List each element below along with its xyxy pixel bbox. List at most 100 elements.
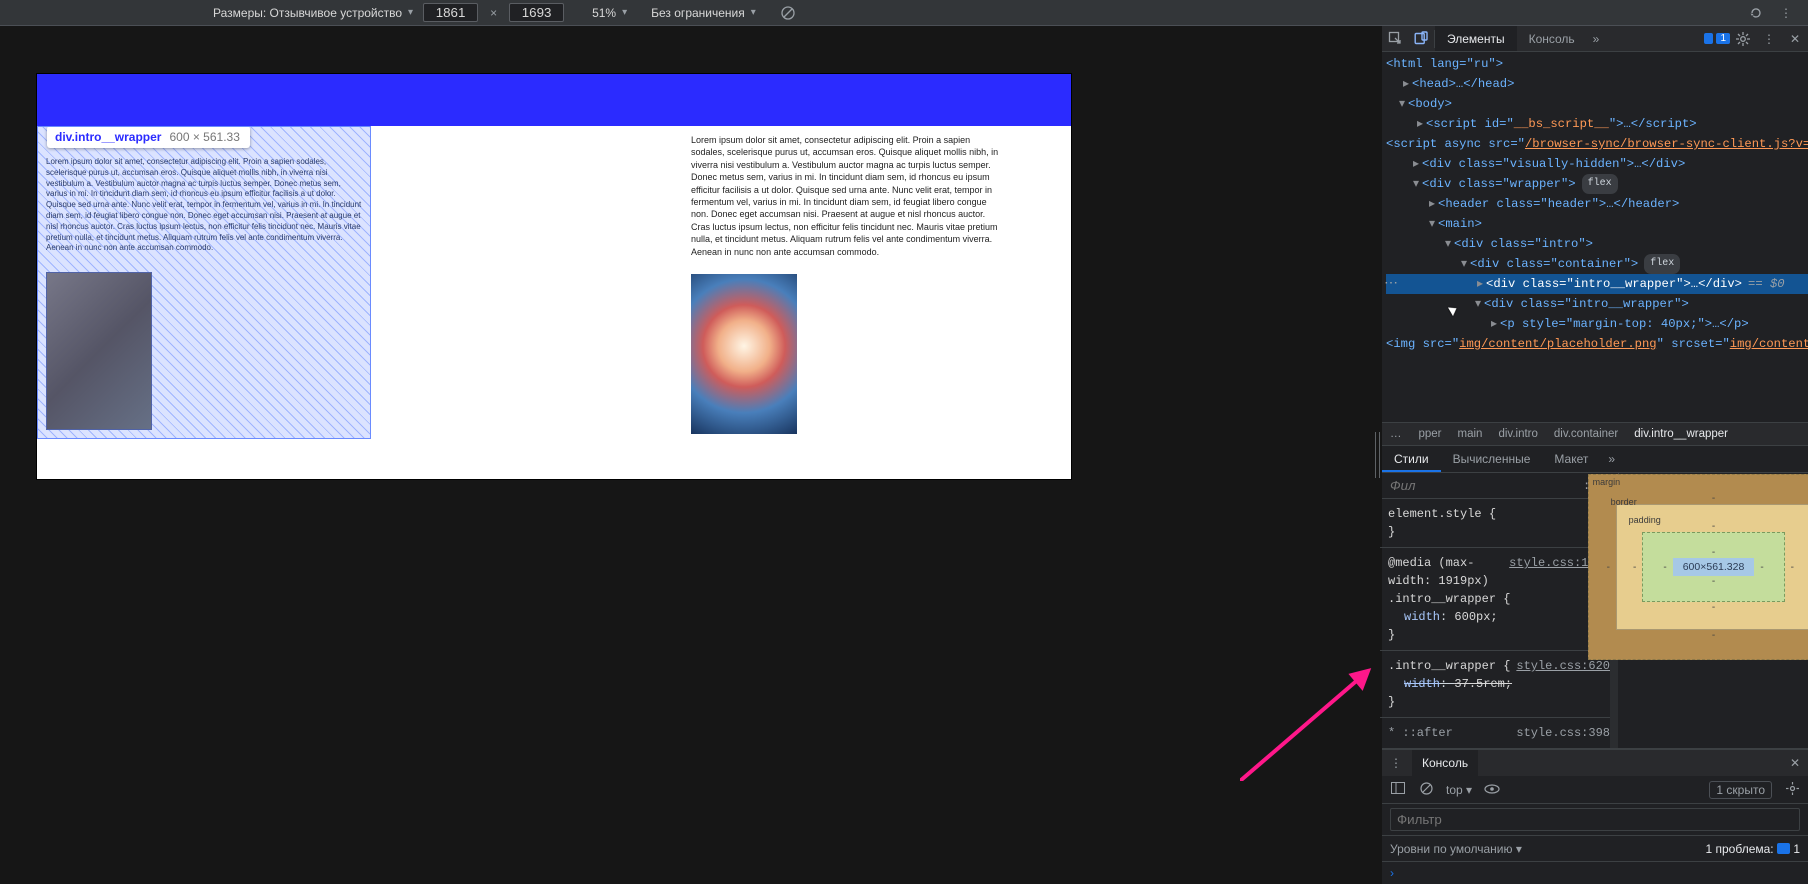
styles-toolbar: :hov .cls + xyxy=(1382,473,1618,499)
page-header-bar xyxy=(37,74,1071,126)
box-model-content-size: 600×561.328 xyxy=(1673,558,1755,576)
dom-p-styled[interactable]: <p style="margin-top: 40px;">…</p> xyxy=(1500,314,1749,334)
crumb-item[interactable]: pper xyxy=(1419,428,1442,440)
dom-visually-hidden[interactable]: <div class="visually-hidden">…</div> xyxy=(1422,154,1685,174)
dom-intro-wrapper-2[interactable]: <div class="intro__wrapper"> xyxy=(1484,294,1689,314)
dom-tree[interactable]: <html lang="ru"> ▸<head>…</head> ▾<body>… xyxy=(1382,52,1808,422)
problems-link[interactable]: 1 проблема: 1 xyxy=(1706,842,1801,856)
twisty-icon[interactable]: ▸ xyxy=(1426,194,1438,214)
dom-wrapper[interactable]: <div class="wrapper"> xyxy=(1422,174,1576,194)
log-levels-select[interactable]: Уровни по умолчанию ▾ xyxy=(1390,842,1522,856)
intro-left-placeholder-image xyxy=(46,272,152,430)
twisty-icon[interactable]: ▾ xyxy=(1458,254,1470,274)
no-network-icon[interactable] xyxy=(780,5,796,21)
clear-console-icon[interactable] xyxy=(1418,782,1434,798)
styles-tabs-overflow-icon[interactable]: » xyxy=(1600,452,1623,466)
device-mode-icon[interactable] xyxy=(1408,26,1434,51)
dom-script-bs[interactable]: <script id="__bs_script__">…</script> xyxy=(1426,114,1697,134)
throttle-select[interactable]: Без ограничения xyxy=(651,6,756,20)
crumb-ellipsis[interactable]: … xyxy=(1390,428,1403,440)
rule-source-link[interactable]: style.css:398 xyxy=(1516,724,1610,742)
box-model-diagram: margin - - border - - padding - xyxy=(1618,473,1808,653)
dom-eq-selector: == $0 xyxy=(1748,274,1785,294)
annotation-arrow xyxy=(1240,661,1372,784)
pane-splitter[interactable] xyxy=(1372,26,1382,884)
dom-intro[interactable]: <div class="intro"> xyxy=(1454,234,1593,254)
twisty-icon[interactable]: ▾ xyxy=(1472,294,1484,314)
tooltip-selector: div.intro__wrapper xyxy=(55,130,161,144)
rotate-icon[interactable] xyxy=(1748,5,1764,21)
tab-console[interactable]: Консоль xyxy=(1517,26,1587,51)
chat-icon xyxy=(1777,843,1790,854)
viewport-pane: div.intro__wrapper 600 × 561.33 Lorem ip… xyxy=(0,26,1372,884)
rule-selector[interactable]: .intro__wrapper { xyxy=(1388,590,1610,608)
rule-selector[interactable]: * ::after xyxy=(1388,726,1453,740)
rule-selector[interactable]: .intro__wrapper { xyxy=(1388,659,1510,673)
twisty-icon[interactable]: ▸ xyxy=(1400,74,1412,94)
page-canvas: div.intro__wrapper 600 × 561.33 Lorem ip… xyxy=(37,74,1071,479)
box-model-margin-label: margin xyxy=(1593,477,1621,487)
settings-gear-icon[interactable] xyxy=(1730,26,1756,51)
device-select[interactable]: Размеры: Отзывчивое устройство xyxy=(213,6,413,20)
tab-computed[interactable]: Вычисленные xyxy=(1441,446,1543,472)
tab-layout[interactable]: Макет xyxy=(1542,446,1600,472)
dom-html[interactable]: <html lang="ru"> xyxy=(1386,54,1503,74)
twisty-icon[interactable]: ▸ xyxy=(1410,154,1422,174)
zoom-select[interactable]: 51% xyxy=(592,6,627,20)
viewport-height-input[interactable] xyxy=(509,3,564,22)
header-kebab-icon[interactable]: ⋮ xyxy=(1756,26,1782,51)
live-expression-icon[interactable] xyxy=(1484,783,1500,797)
twisty-icon[interactable]: ▸ xyxy=(1474,274,1486,294)
flex-badge[interactable]: flex xyxy=(1582,174,1618,194)
console-filter-input[interactable] xyxy=(1390,808,1800,831)
device-toolbar: Размеры: Отзывчивое устройство × 51% Без… xyxy=(0,0,1808,26)
console-prompt[interactable]: › xyxy=(1382,862,1808,884)
crumb-item[interactable]: main xyxy=(1458,428,1483,440)
dom-selected-row[interactable]: ⋯ ▸ <div class="intro__wrapper">…</div> … xyxy=(1386,274,1808,294)
css-rules-pane[interactable]: :hov .cls + element.style { } style.css:… xyxy=(1382,473,1618,748)
tabs-overflow-icon[interactable]: » xyxy=(1587,26,1606,51)
crumb-item[interactable]: div.intro xyxy=(1498,428,1537,440)
dom-breadcrumbs[interactable]: … pper main div.intro div.container div.… xyxy=(1382,422,1808,446)
crumb-item-active[interactable]: div.intro__wrapper xyxy=(1634,428,1728,440)
dom-script-async[interactable]: <script async src="/browser-sync/browser… xyxy=(1386,134,1808,154)
css-declaration-overridden[interactable]: width: 37.5rem; xyxy=(1388,675,1610,693)
console-settings-icon[interactable] xyxy=(1784,782,1800,798)
tab-elements[interactable]: Элементы xyxy=(1435,26,1517,51)
css-declaration[interactable]: width: 600px; xyxy=(1388,608,1610,626)
context-select[interactable]: top ▾ xyxy=(1446,783,1472,797)
element-tooltip: div.intro__wrapper 600 × 561.33 xyxy=(47,126,250,148)
intro-wrapper-highlight: div.intro__wrapper 600 × 561.33 Lorem ip… xyxy=(37,126,371,439)
drawer-close-icon[interactable]: ✕ xyxy=(1790,756,1800,770)
dom-main[interactable]: <main> xyxy=(1438,214,1482,234)
dom-head[interactable]: <head>…</head> xyxy=(1412,74,1514,94)
viewport-width-input[interactable] xyxy=(423,3,478,22)
close-devtools-icon[interactable]: ✕ xyxy=(1782,26,1808,51)
kebab-icon[interactable]: ⋮ xyxy=(1778,5,1794,21)
tab-styles[interactable]: Стили xyxy=(1382,446,1441,472)
dom-container[interactable]: <div class="container"> xyxy=(1470,254,1638,274)
dom-img[interactable]: <img src="img/content/placeholder.png" s… xyxy=(1386,334,1808,354)
box-model-border-label: border xyxy=(1611,497,1637,507)
issues-icon[interactable]: 1 xyxy=(1704,26,1730,51)
twisty-icon[interactable]: ▾ xyxy=(1410,174,1422,194)
rule-element-style[interactable]: element.style { xyxy=(1388,505,1610,523)
inspect-icon[interactable] xyxy=(1382,26,1408,51)
twisty-icon[interactable]: ▸ xyxy=(1414,114,1426,134)
flex-badge[interactable]: flex xyxy=(1644,254,1680,274)
twisty-icon[interactable]: ▸ xyxy=(1488,314,1500,334)
box-model-padding-label: padding xyxy=(1629,515,1661,525)
twisty-icon[interactable]: ▾ xyxy=(1396,94,1408,114)
tooltip-dims: 600 × 561.33 xyxy=(169,130,239,144)
dom-body[interactable]: <body> xyxy=(1408,94,1452,114)
drawer-tab-console[interactable]: Консоль xyxy=(1412,750,1478,776)
console-sidebar-icon[interactable] xyxy=(1390,782,1406,797)
hidden-count[interactable]: 1 скрыто xyxy=(1709,781,1772,799)
drawer-kebab-icon[interactable]: ⋮ xyxy=(1390,756,1402,770)
dom-header[interactable]: <header class="header">…</header> xyxy=(1438,194,1679,214)
crumb-item[interactable]: div.container xyxy=(1554,428,1618,440)
twisty-icon[interactable]: ▾ xyxy=(1426,214,1438,234)
twisty-icon[interactable]: ▾ xyxy=(1442,234,1454,254)
devtools-header: Элементы Консоль » 1 ⋮ ✕ xyxy=(1382,26,1808,52)
styles-filter-input[interactable] xyxy=(1390,478,1569,493)
